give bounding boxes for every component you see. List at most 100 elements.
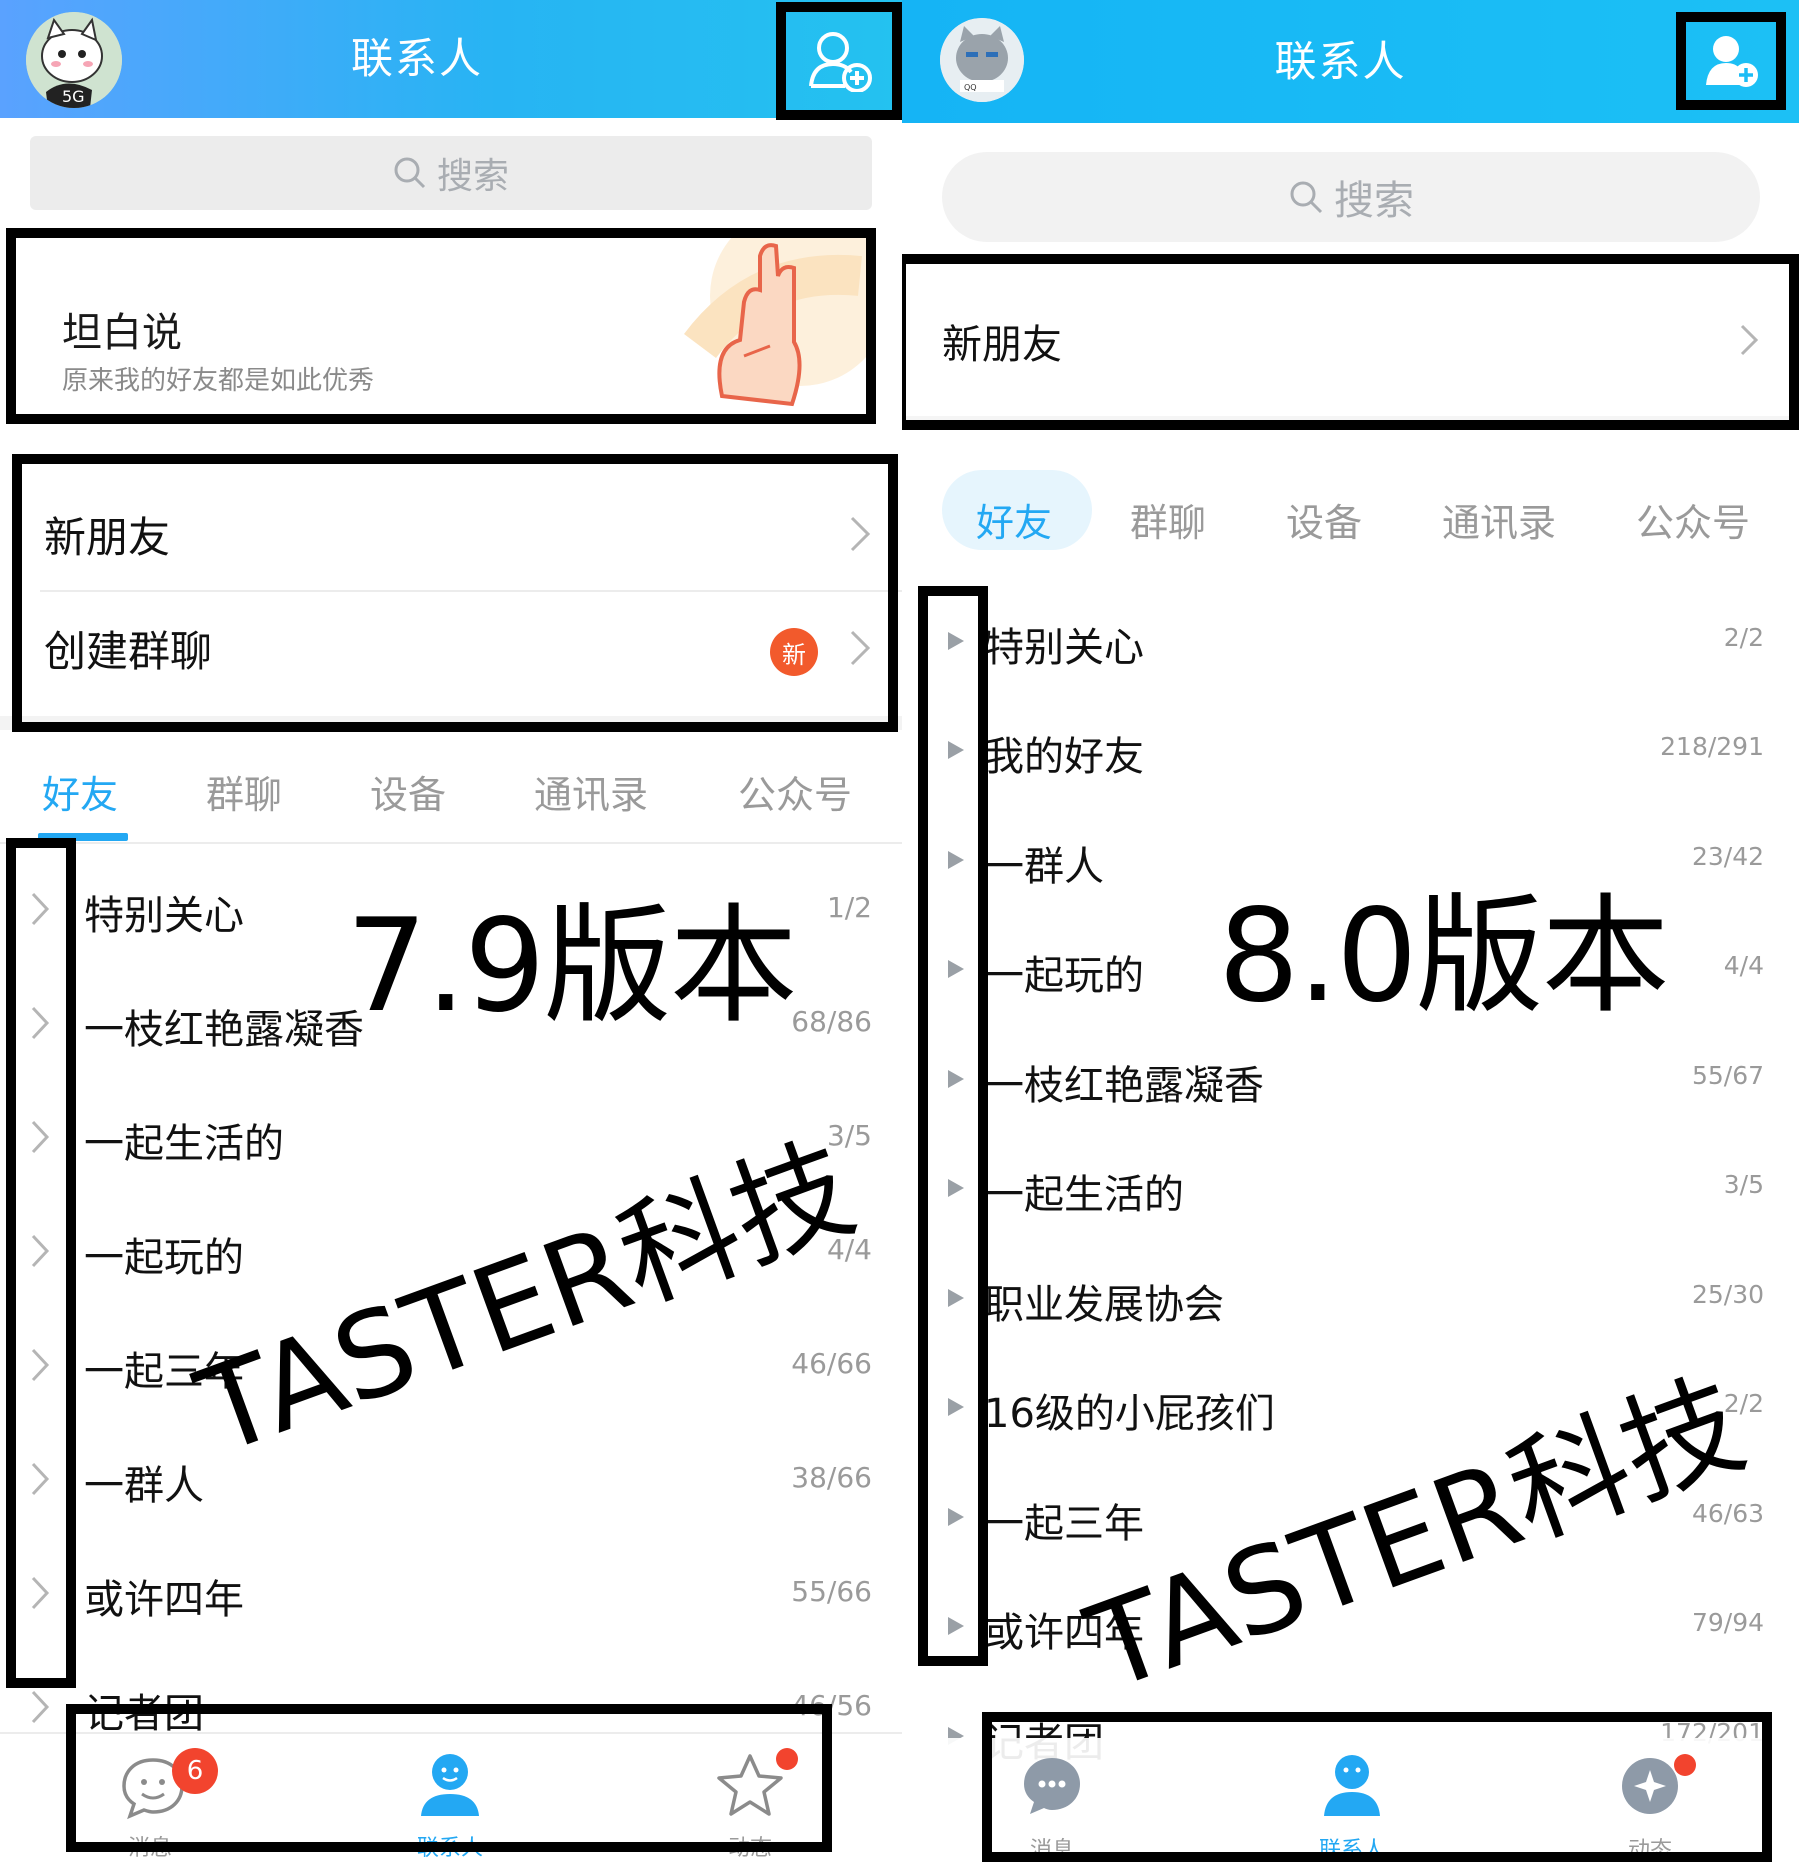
section-gap [0, 716, 902, 730]
chevron-right-icon [31, 1120, 50, 1154]
search-icon [1290, 181, 1323, 214]
group-row[interactable]: 一群人 38/66 [0, 1422, 902, 1536]
tab-groups[interactable]: 群聊 [1130, 492, 1206, 547]
group-name: 我的好友 [984, 734, 1144, 781]
compass-icon [1622, 1758, 1678, 1814]
triangle-right-icon [948, 1179, 964, 1198]
group-online-count: 3/5 [1723, 1170, 1764, 1200]
new-friends-row[interactable]: 新朋友 [22, 478, 888, 590]
group-online-count: 68/86 [791, 1005, 872, 1038]
tab-devices[interactable]: 设备 [370, 764, 446, 819]
star-icon [717, 1754, 783, 1816]
group-row[interactable]: 特别关心 2/2 [902, 586, 1799, 696]
group-name: 特别关心 [984, 624, 1144, 671]
group-row[interactable]: 一枝红艳露凝香 55/67 [902, 1024, 1799, 1134]
group-online-count: 46/56 [791, 1689, 872, 1722]
chevron-right-icon [31, 1006, 50, 1040]
group-row[interactable]: 我的好友 218/291 [902, 696, 1799, 806]
search-placeholder: 搜索 [436, 156, 509, 197]
group-name: 一起生活的 [984, 1172, 1184, 1219]
chevron-right-icon [1740, 324, 1759, 356]
search-icon [394, 157, 426, 189]
add-user-icon [1706, 36, 1758, 87]
notification-dot [1674, 1754, 1696, 1776]
search-bar[interactable]: 搜索 [30, 136, 872, 210]
tab-messages-label: 消息 [1029, 1838, 1074, 1863]
page-title: 联系人 [1274, 37, 1407, 86]
version-label: 7.9版本 [346, 892, 798, 1041]
contacts-icon [1324, 1755, 1380, 1816]
tab-friends[interactable]: 好友 [976, 492, 1052, 547]
search-bar[interactable]: 搜索 [942, 152, 1760, 242]
group-online-count: 55/67 [1691, 1060, 1764, 1090]
group-online-count: 4/4 [1723, 951, 1764, 981]
group-row[interactable]: 或许四年 55/66 [0, 1536, 902, 1650]
header-bar: QQ 联系人 [902, 0, 1799, 123]
tab-official-accounts[interactable]: 公众号 [738, 764, 852, 819]
tab-contacts-label: 联系人 [416, 1836, 483, 1861]
chevron-right-icon [31, 892, 50, 926]
notification-dot [776, 1748, 798, 1770]
add-contact-button[interactable] [780, 6, 900, 116]
version-label: 8.0版本 [1218, 882, 1670, 1031]
tab-friends[interactable]: 好友 [42, 764, 118, 819]
group-name: 一群人 [84, 1463, 204, 1509]
group-name: 一起生活的 [84, 1121, 284, 1167]
group-name: 或许四年 [84, 1577, 244, 1623]
triangle-right-icon [948, 741, 964, 760]
add-contact-button[interactable] [1679, 14, 1785, 108]
new-friends-label: 新朋友 [942, 322, 1062, 368]
group-name: 职业发展协会 [984, 1281, 1224, 1328]
tab-contacts-label: 联系人 [1318, 1838, 1385, 1863]
triangle-right-icon [948, 1507, 964, 1526]
tab-groups[interactable]: 群聊 [206, 764, 282, 819]
group-online-count: 79/94 [1691, 1608, 1764, 1638]
message-icon [1024, 1758, 1080, 1814]
group-row[interactable]: 职业发展协会 25/30 [902, 1243, 1799, 1353]
tab-official-accounts[interactable]: 公众号 [1636, 492, 1750, 547]
tab-active-indicator [38, 833, 128, 841]
search-placeholder: 搜索 [1334, 178, 1414, 224]
triangle-right-icon [948, 1617, 964, 1636]
triangle-right-icon [948, 960, 964, 979]
group-name: 一枝红艳露凝香 [84, 1007, 364, 1053]
group-online-count: 23/42 [1691, 841, 1764, 871]
group-online-count: 38/66 [791, 1461, 872, 1494]
contacts-icon [421, 1754, 479, 1816]
group-name: 一起玩的 [984, 953, 1144, 1000]
triangle-right-icon [948, 1398, 964, 1417]
create-group-label: 创建群聊 [44, 626, 213, 676]
group-online-count: 55/66 [791, 1575, 872, 1608]
new-friends-label: 新朋友 [44, 512, 171, 562]
tab-address-book[interactable]: 通讯录 [1442, 492, 1556, 547]
tanbai-title: 坦白说 [62, 310, 182, 356]
divider [0, 842, 902, 844]
group-name: 一起玩的 [84, 1235, 244, 1281]
chevron-right-icon [850, 630, 871, 666]
chevron-right-icon [31, 1348, 50, 1382]
group-row[interactable]: 一起生活的 3/5 [902, 1134, 1799, 1244]
page-title: 联系人 [350, 34, 483, 83]
right-panel-v8-0: QQ 联系人 搜索 新朋友 好友 群聊 设备 通讯录 公众号 特别关心 2/2 … [902, 0, 1799, 1868]
tab-address-book[interactable]: 通讯录 [534, 764, 648, 819]
group-online-count: 1/2 [826, 891, 872, 924]
tab-messages-label: 消息 [127, 1836, 172, 1861]
chevron-right-icon [31, 1462, 50, 1496]
chevron-right-icon [31, 1576, 50, 1610]
group-online-count: 25/30 [1691, 1279, 1764, 1309]
tanbai-subtitle: 原来我的好友都是如此优秀 [62, 366, 375, 396]
new-friends-row[interactable]: 新朋友 [902, 286, 1799, 396]
group-name: 特别关心 [84, 893, 244, 939]
add-user-icon [809, 32, 872, 92]
group-name: 16级的小屁孩们 [984, 1391, 1275, 1438]
bottom-tab-bar: 消息 联系人 动态 [902, 1738, 1799, 1868]
unread-count-badge: 6 [172, 1748, 218, 1794]
triangle-right-icon [948, 1288, 964, 1307]
new-badge: 新 [770, 628, 818, 676]
section-gap [902, 416, 1799, 430]
tab-devices[interactable]: 设备 [1286, 492, 1362, 547]
header-bar: 5G 联系人 [0, 0, 902, 118]
create-group-row[interactable]: 创建群聊 [22, 592, 888, 704]
tab-moments-label: 动态 [1627, 1838, 1672, 1863]
group-name: 记者团 [84, 1691, 204, 1737]
